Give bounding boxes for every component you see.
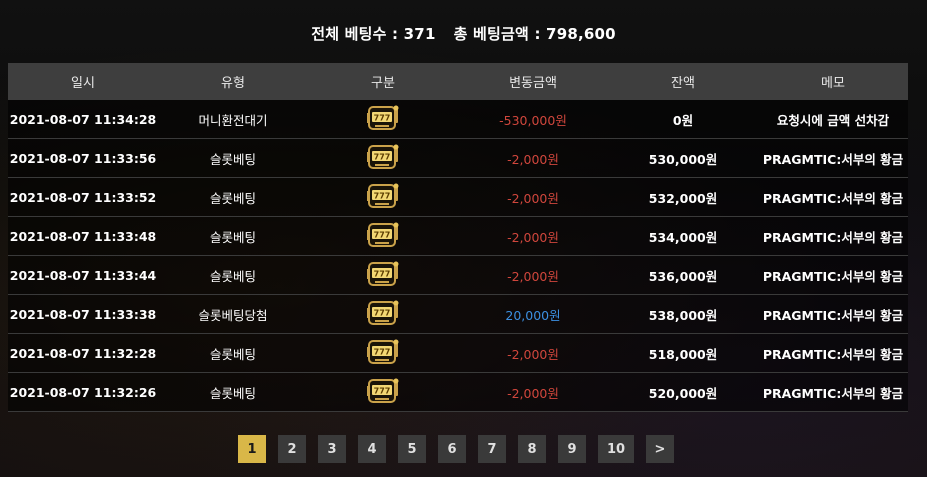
row-memo: PRAGMTIC:서부의 황금	[758, 138, 908, 178]
row-type: 슬롯베팅당첨	[158, 294, 308, 334]
svg-text:777: 777	[374, 269, 391, 278]
page-button-8[interactable]: 8	[518, 435, 546, 463]
slot-machine-icon: 777	[366, 298, 400, 331]
row-balance: 518,000원	[608, 333, 758, 373]
row-category: 777	[308, 372, 458, 412]
row-change-amount: -2,000원	[458, 255, 608, 295]
row-balance: 530,000원	[608, 138, 758, 178]
svg-text:777: 777	[374, 113, 391, 122]
table-row: 2021-08-07 11:33:48 슬롯베팅 777 -2,000원 534,0…	[8, 216, 908, 256]
total-bet-count: 전체 베팅수 : 371	[311, 25, 436, 43]
slot-machine-icon: 777	[366, 220, 400, 253]
row-type: 슬롯베팅	[158, 177, 308, 217]
pagination: 1 2 3 4 5 6 7 8 9 10 >	[238, 435, 674, 463]
svg-text:777: 777	[374, 230, 391, 239]
header-type: 유형	[158, 63, 308, 100]
row-date: 2021-08-07 11:34:28	[8, 100, 158, 139]
slot-machine-icon: 777	[366, 259, 400, 292]
row-change-amount: 20,000원	[458, 294, 608, 334]
svg-text:777: 777	[374, 308, 391, 317]
row-balance: 520,000원	[608, 372, 758, 412]
table-row: 2021-08-07 11:33:56 슬롯베팅 777 -2,000원 530,0…	[8, 138, 908, 178]
table-row: 2021-08-07 11:32:26 슬롯베팅 777 -2,000원 520,0…	[8, 372, 908, 412]
slot-machine-icon: 777	[366, 376, 400, 409]
header-category: 구분	[308, 63, 458, 100]
row-type: 슬롯베팅	[158, 255, 308, 295]
slot-machine-icon: 777	[366, 181, 400, 214]
row-date: 2021-08-07 11:33:56	[8, 138, 158, 178]
betting-history-table: 일시 유형 구분 변동금액 잔액 메모 2021-08-07 11:34:28 머…	[8, 63, 908, 412]
row-balance: 538,000원	[608, 294, 758, 334]
row-memo: PRAGMTIC:서부의 황금	[758, 294, 908, 334]
row-change-amount: -2,000원	[458, 372, 608, 412]
page-button-3[interactable]: 3	[318, 435, 346, 463]
row-memo: PRAGMTIC:서부의 황금	[758, 372, 908, 412]
row-change-amount: -2,000원	[458, 333, 608, 373]
row-memo: PRAGMTIC:서부의 황금	[758, 177, 908, 217]
row-category: 777	[308, 138, 458, 178]
header-date: 일시	[8, 63, 158, 100]
table-header-row: 일시 유형 구분 변동금액 잔액 메모	[8, 63, 908, 100]
row-date: 2021-08-07 11:33:48	[8, 216, 158, 256]
page-button-5[interactable]: 5	[398, 435, 426, 463]
page-button-1[interactable]: 1	[238, 435, 266, 463]
page-button-6[interactable]: 6	[438, 435, 466, 463]
row-date: 2021-08-07 11:33:38	[8, 294, 158, 334]
row-category: 777	[308, 216, 458, 256]
row-change-amount: -2,000원	[458, 216, 608, 256]
row-date: 2021-08-07 11:33:44	[8, 255, 158, 295]
row-balance: 536,000원	[608, 255, 758, 295]
row-balance: 534,000원	[608, 216, 758, 256]
table-row: 2021-08-07 11:33:44 슬롯베팅 777 -2,000원 536,0…	[8, 255, 908, 295]
row-balance: 0원	[608, 100, 758, 139]
row-memo: PRAGMTIC:서부의 황금	[758, 255, 908, 295]
row-type: 머니환전대기	[158, 100, 308, 139]
header-balance: 잔액	[608, 63, 758, 100]
header-memo: 메모	[758, 63, 908, 100]
row-change-amount: -2,000원	[458, 138, 608, 178]
next-page-button[interactable]: >	[646, 435, 674, 463]
row-date: 2021-08-07 11:32:28	[8, 333, 158, 373]
table-row: 2021-08-07 11:32:28 슬롯베팅 777 -2,000원 518,0…	[8, 333, 908, 373]
table-row: 2021-08-07 11:33:38 슬롯베팅당첨 777 20,000원 538…	[8, 294, 908, 334]
slot-machine-icon: 777	[366, 337, 400, 370]
row-change-amount: -530,000원	[458, 100, 608, 139]
row-type: 슬롯베팅	[158, 138, 308, 178]
svg-text:777: 777	[374, 191, 391, 200]
page-button-10[interactable]: 10	[598, 435, 634, 463]
table-row: 2021-08-07 11:33:52 슬롯베팅 777 -2,000원 532,0…	[8, 177, 908, 217]
total-bet-amount: 총 베팅금액 : 798,600	[453, 25, 616, 43]
betting-summary: 전체 베팅수 : 371 총 베팅금액 : 798,600	[0, 23, 927, 44]
table-row: 2021-08-07 11:34:28 머니환전대기 777 -530,000원 0…	[8, 100, 908, 139]
slot-machine-icon: 777	[366, 103, 400, 136]
row-memo: PRAGMTIC:서부의 황금	[758, 333, 908, 373]
row-memo: PRAGMTIC:서부의 황금	[758, 216, 908, 256]
row-memo: 요청시에 금액 선차감	[758, 100, 908, 139]
header-change-amount: 변동금액	[458, 63, 608, 100]
row-category: 777	[308, 294, 458, 334]
slot-machine-icon: 777	[366, 142, 400, 175]
svg-text:777: 777	[374, 386, 391, 395]
page-button-7[interactable]: 7	[478, 435, 506, 463]
row-date: 2021-08-07 11:32:26	[8, 372, 158, 412]
row-type: 슬롯베팅	[158, 333, 308, 373]
row-type: 슬롯베팅	[158, 372, 308, 412]
row-change-amount: -2,000원	[458, 177, 608, 217]
row-category: 777	[308, 255, 458, 295]
page-button-2[interactable]: 2	[278, 435, 306, 463]
row-category: 777	[308, 333, 458, 373]
row-date: 2021-08-07 11:33:52	[8, 177, 158, 217]
page-button-9[interactable]: 9	[558, 435, 586, 463]
page-button-4[interactable]: 4	[358, 435, 386, 463]
row-category: 777	[308, 177, 458, 217]
svg-text:777: 777	[374, 152, 391, 161]
row-category: 777	[308, 100, 458, 139]
row-balance: 532,000원	[608, 177, 758, 217]
svg-text:777: 777	[374, 347, 391, 356]
row-type: 슬롯베팅	[158, 216, 308, 256]
